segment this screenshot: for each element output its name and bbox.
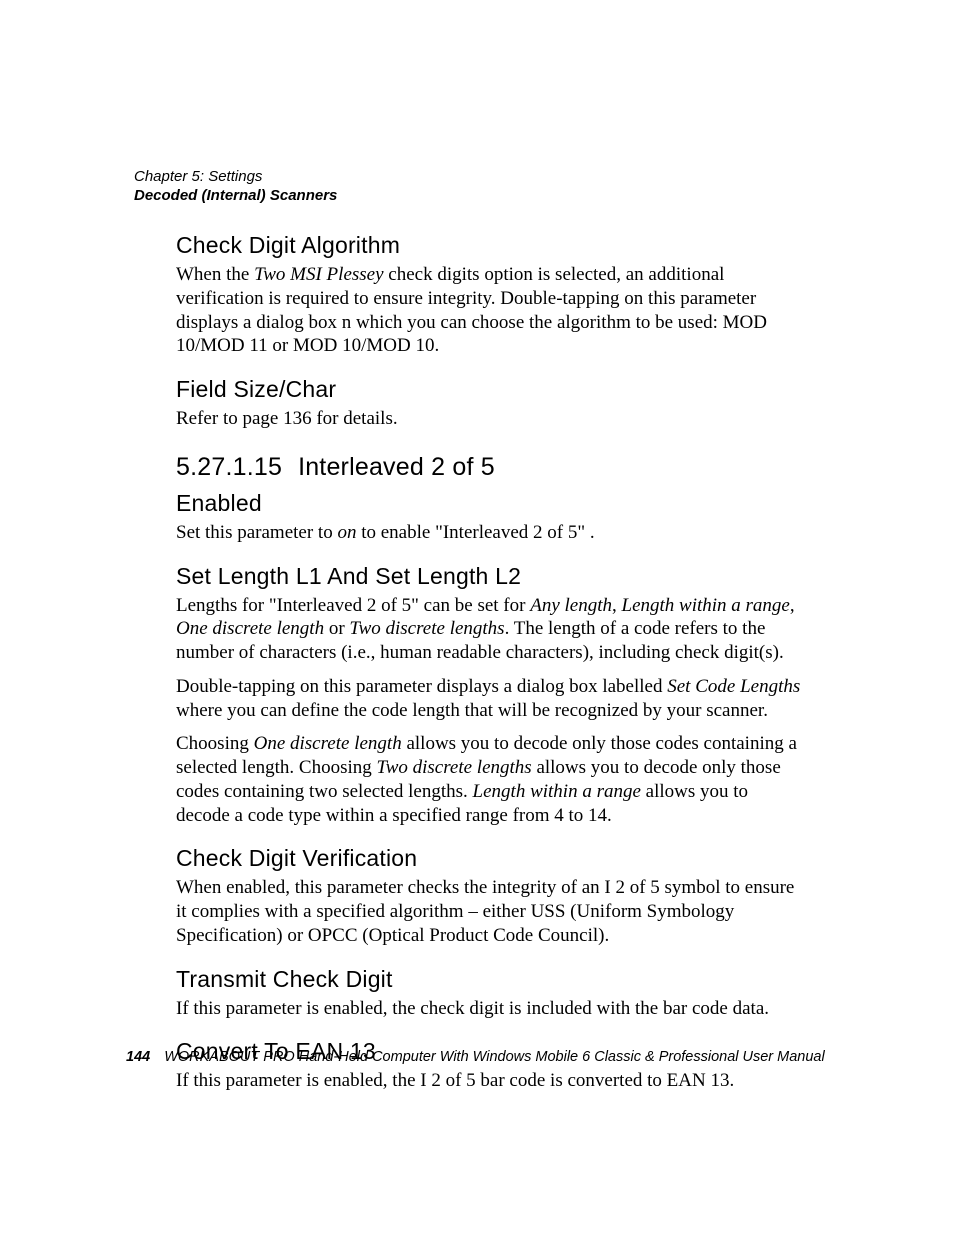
content: Check Digit Algorithm When the Two MSI P… bbox=[176, 232, 801, 1103]
text-emphasis: Two MSI Plessey bbox=[254, 264, 383, 285]
paragraph: Set this parameter to on to enable "Inte… bbox=[176, 521, 801, 545]
text-emphasis: Set Code Lengths bbox=[667, 676, 800, 697]
text-emphasis: Two discrete lengths bbox=[349, 618, 504, 639]
heading-transmit-check-digit: Transmit Check Digit bbox=[176, 966, 801, 993]
text: Lengths for "Interleaved 2 of 5" can be … bbox=[176, 595, 530, 616]
footer: 144 WORKABOUT PRO Hand-Held Computer With… bbox=[126, 1049, 866, 1065]
text: or bbox=[324, 618, 349, 639]
heading-set-length: Set Length L1 And Set Length L2 bbox=[176, 563, 801, 590]
text: where you can define the code length tha… bbox=[176, 700, 768, 721]
heading-field-size-char: Field Size/Char bbox=[176, 376, 801, 403]
text: When the bbox=[176, 264, 254, 285]
text: Set this parameter to bbox=[176, 522, 337, 543]
paragraph: Choosing One discrete length allows you … bbox=[176, 732, 801, 827]
page-number: 144 bbox=[126, 1049, 150, 1065]
paragraph: If this parameter is enabled, the check … bbox=[176, 997, 801, 1021]
text-emphasis: Length within a range bbox=[473, 781, 641, 802]
header-chapter: Chapter 5: Settings bbox=[134, 168, 337, 187]
text-emphasis: Two discrete lengths bbox=[377, 757, 532, 778]
heading-check-digit-verification: Check Digit Verification bbox=[176, 845, 801, 872]
page: Chapter 5: Settings Decoded (Internal) S… bbox=[0, 0, 954, 1235]
section-number: 5.27.1.15 bbox=[176, 453, 282, 481]
paragraph: Refer to page 136 for details. bbox=[176, 407, 801, 431]
text-emphasis: One discrete length bbox=[176, 618, 324, 639]
section-title: Interleaved 2 of 5 bbox=[298, 453, 495, 481]
text: , bbox=[790, 595, 795, 616]
text: Double-tapping on this parameter display… bbox=[176, 676, 667, 697]
text-emphasis: One discrete length bbox=[254, 733, 402, 754]
text-emphasis: Length within a range bbox=[622, 595, 790, 616]
heading-interleaved-2-of-5: 5.27.1.15 Interleaved 2 of 5 bbox=[176, 453, 801, 482]
paragraph: If this parameter is enabled, the I 2 of… bbox=[176, 1069, 801, 1093]
running-header: Chapter 5: Settings Decoded (Internal) S… bbox=[134, 168, 337, 204]
text: to enable "Interleaved 2 of 5" . bbox=[356, 522, 594, 543]
paragraph: When enabled, this parameter checks the … bbox=[176, 876, 801, 947]
text: Choosing bbox=[176, 733, 254, 754]
text: , bbox=[612, 595, 622, 616]
text-emphasis: on bbox=[337, 522, 356, 543]
footer-text: WORKABOUT PRO Hand-Held Computer With Wi… bbox=[164, 1049, 825, 1065]
heading-enabled: Enabled bbox=[176, 490, 801, 517]
paragraph: Lengths for "Interleaved 2 of 5" can be … bbox=[176, 594, 801, 665]
paragraph: When the Two MSI Plessey check digits op… bbox=[176, 263, 801, 358]
heading-check-digit-algorithm: Check Digit Algorithm bbox=[176, 232, 801, 259]
text-emphasis: Any length bbox=[530, 595, 612, 616]
header-section: Decoded (Internal) Scanners bbox=[134, 187, 337, 204]
paragraph: Double-tapping on this parameter display… bbox=[176, 675, 801, 723]
